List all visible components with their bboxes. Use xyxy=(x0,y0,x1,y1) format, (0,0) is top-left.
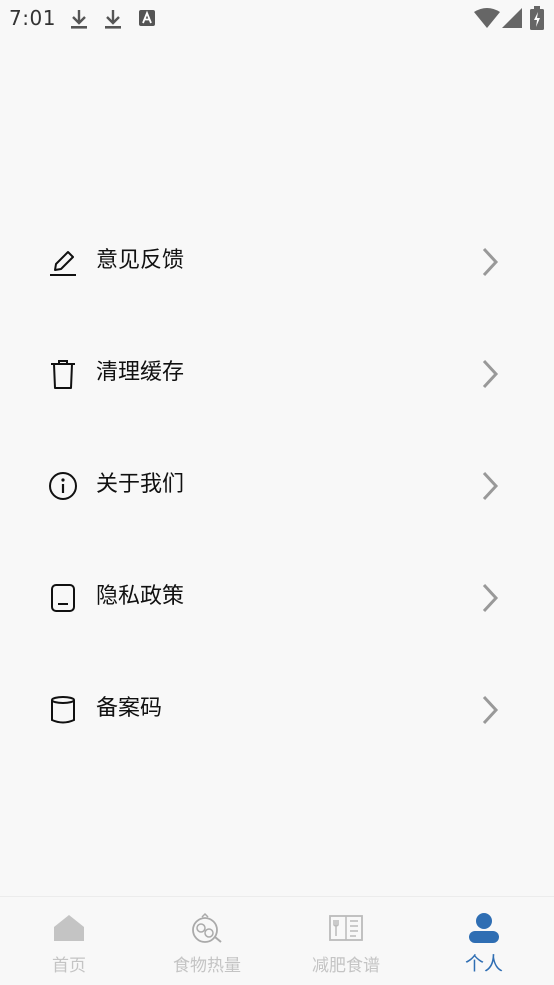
a-badge-icon xyxy=(139,10,155,26)
tab-label: 首页 xyxy=(52,956,86,976)
tab-diet-recipes[interactable]: 减肥食谱 xyxy=(277,897,415,985)
menu-item-about-us[interactable]: 关于我们 xyxy=(0,430,554,542)
download-icon xyxy=(71,10,87,29)
home-icon xyxy=(54,915,84,941)
chevron-right-icon xyxy=(482,359,499,389)
status-time: 7:01 xyxy=(9,6,56,30)
bottom-tab-bar: 首页 食物热量 减肥食谱 个人 xyxy=(0,896,554,985)
person-icon xyxy=(469,913,499,943)
wifi-icon xyxy=(474,8,500,28)
signal-icon xyxy=(502,8,522,28)
chevron-right-icon xyxy=(482,695,499,725)
menu-item-label: 隐私政策 xyxy=(96,584,185,609)
tab-label: 减肥食谱 xyxy=(312,956,380,976)
food-icon xyxy=(192,912,222,943)
menu-item-privacy-policy[interactable]: 隐私政策 xyxy=(0,542,554,654)
tab-personal[interactable]: 个人 xyxy=(415,897,553,985)
recipe-book-icon xyxy=(329,915,363,941)
battery-charging-icon xyxy=(530,6,544,30)
tab-label: 食物热量 xyxy=(173,956,241,976)
chevron-right-icon xyxy=(482,471,499,501)
status-bar: 7:01 xyxy=(0,0,554,36)
edit-pen-icon xyxy=(50,251,76,276)
menu-item-clear-cache[interactable]: 清理缓存 xyxy=(0,318,554,430)
menu-item-filing-code[interactable]: 备案码 xyxy=(0,654,554,766)
menu-item-label: 备案码 xyxy=(96,696,163,721)
trash-icon xyxy=(51,360,75,389)
tab-label: 个人 xyxy=(464,953,503,975)
chevron-right-icon xyxy=(482,583,499,613)
chevron-right-icon xyxy=(482,247,499,277)
info-icon xyxy=(49,472,77,500)
cylinder-icon xyxy=(51,696,75,724)
menu-item-feedback[interactable]: 意见反馈 xyxy=(0,206,554,318)
menu-item-label: 关于我们 xyxy=(96,472,185,497)
document-icon xyxy=(51,584,75,612)
menu-item-label: 意见反馈 xyxy=(96,248,185,273)
menu-item-label: 清理缓存 xyxy=(96,360,185,385)
tab-home[interactable]: 首页 xyxy=(0,897,138,985)
download-icon xyxy=(105,10,121,29)
tab-food-calories[interactable]: 食物热量 xyxy=(138,897,276,985)
